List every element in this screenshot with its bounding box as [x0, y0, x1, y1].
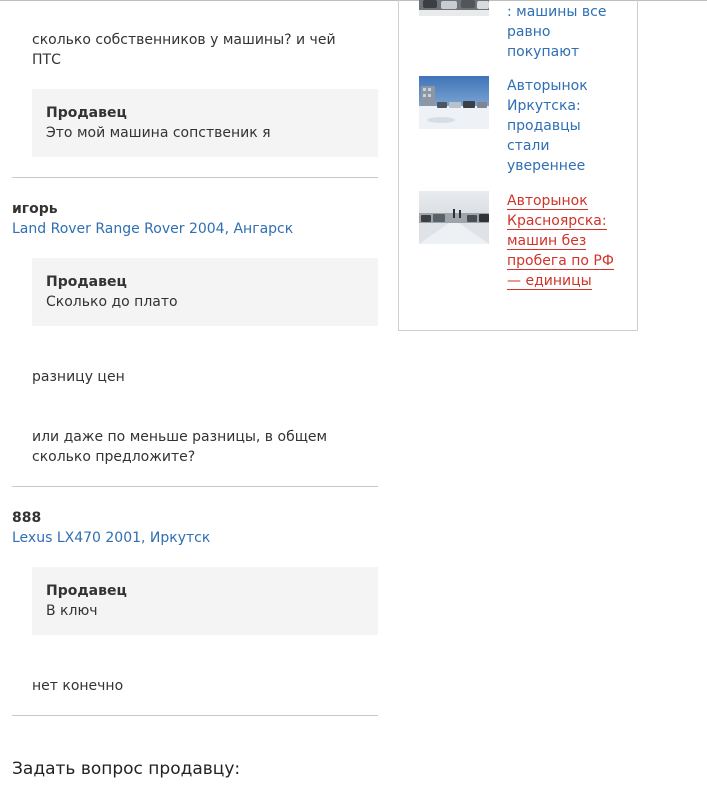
- news-thumbnail[interactable]: [419, 191, 489, 244]
- thread-divider: [12, 177, 378, 178]
- seller-answer: Продавец Сколько до плато: [32, 258, 378, 326]
- ask-seller-heading: Задать вопрос продавцу:: [12, 759, 241, 779]
- seller-label: Продавец: [46, 274, 127, 290]
- thread-divider: [12, 486, 378, 487]
- news-item[interactable]: : машины все равно покупают: [419, 0, 619, 60]
- seller-label: Продавец: [46, 105, 127, 121]
- question-author: 888: [12, 510, 42, 526]
- seller-label: Продавец: [46, 583, 127, 599]
- car-listing-link[interactable]: Lexus LX470 2001, Иркутск: [12, 528, 210, 548]
- answer-text: В ключ: [46, 603, 98, 619]
- news-title-link[interactable]: Авторынок Иркутска: продавцы стали увере…: [507, 76, 622, 176]
- news-title-link[interactable]: Авторынок Красноярска: машин без пробега…: [507, 191, 622, 291]
- thread-divider: [12, 715, 378, 716]
- answer-text: Это мой машина сопственик я: [46, 125, 271, 141]
- news-title-text: Авторынок Красноярска: машин без пробега…: [507, 193, 614, 290]
- seller-answer: Продавец Это мой машина сопственик я: [32, 89, 378, 157]
- question-text: разницу цен: [32, 369, 125, 385]
- news-item[interactable]: Авторынок Иркутска: продавцы стали увере…: [419, 76, 619, 176]
- news-title-link[interactable]: : машины все равно покупают: [507, 2, 622, 62]
- news-item[interactable]: Авторынок Красноярска: машин без пробега…: [419, 191, 619, 301]
- car-listing-link[interactable]: Land Rover Range Rover 2004, Ангарск: [12, 219, 293, 239]
- question-text: нет конечно: [32, 678, 124, 694]
- news-widget: : машины все равно покупают Авторынок Ир…: [398, 0, 638, 331]
- seller-answer: Продавец В ключ: [32, 567, 378, 635]
- news-thumbnail[interactable]: [419, 0, 489, 16]
- answer-text: Сколько до плато: [46, 294, 178, 310]
- news-thumbnail[interactable]: [419, 76, 489, 129]
- question-author: игорь: [12, 201, 58, 217]
- question-text: или даже по меньше разницы, в общем скол…: [32, 429, 328, 465]
- question-text: сколько собственников у машины? и чей ПТ…: [32, 32, 336, 68]
